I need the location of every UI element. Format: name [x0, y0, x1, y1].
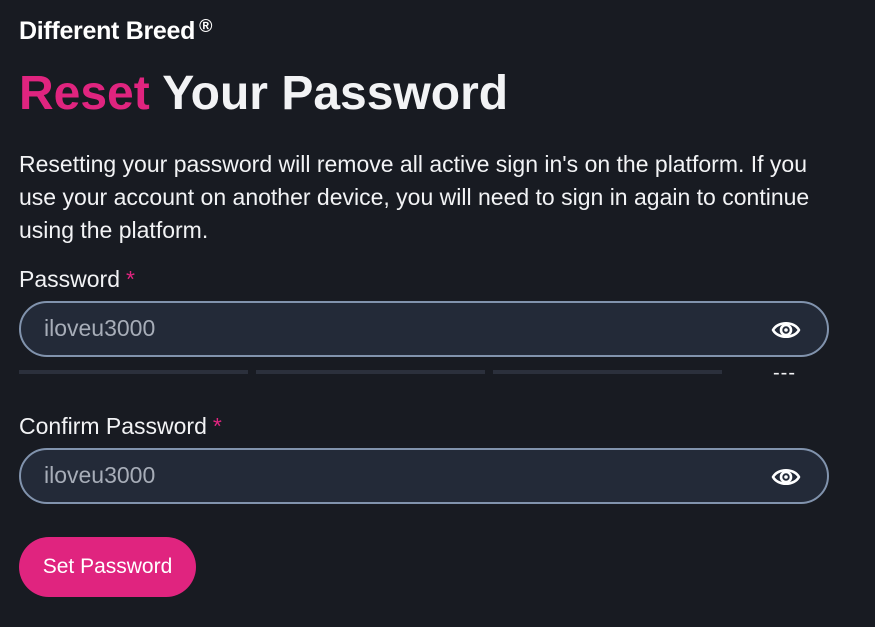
- strength-bar-3: [493, 370, 722, 374]
- confirm-password-label: Confirm Password *: [19, 413, 222, 440]
- password-label: Password *: [19, 266, 135, 293]
- page-title-rest: Your Password: [162, 67, 509, 120]
- eye-icon[interactable]: [771, 464, 801, 490]
- password-label-text: Password: [19, 266, 120, 292]
- password-field[interactable]: iloveu3000: [19, 301, 829, 357]
- strength-bar-1: [19, 370, 248, 374]
- page-title-accent: Reset: [19, 67, 150, 120]
- brand-name: Different Breed: [19, 17, 196, 45]
- password-required-marker: *: [125, 266, 135, 292]
- reset-description: Resetting your password will remove all …: [19, 151, 810, 243]
- registered-mark: ®: [199, 16, 213, 36]
- password-value: iloveu3000: [44, 315, 156, 341]
- confirm-password-field[interactable]: iloveu3000: [19, 448, 829, 504]
- strength-bar-2: [256, 370, 485, 374]
- set-password-button[interactable]: Set Password: [19, 537, 196, 597]
- page-title: Reset Your Password: [19, 66, 508, 122]
- confirm-password-value: iloveu3000: [44, 462, 156, 488]
- brand-logo: Different Breed ®: [19, 16, 212, 46]
- confirm-password-required-marker: *: [212, 413, 222, 439]
- strength-indicator-text: ---: [773, 362, 796, 384]
- confirm-password-label-text: Confirm Password: [19, 413, 207, 439]
- reset-password-page: Different Breed ® Reset Your Password Res…: [0, 0, 875, 627]
- eye-icon[interactable]: [771, 317, 801, 343]
